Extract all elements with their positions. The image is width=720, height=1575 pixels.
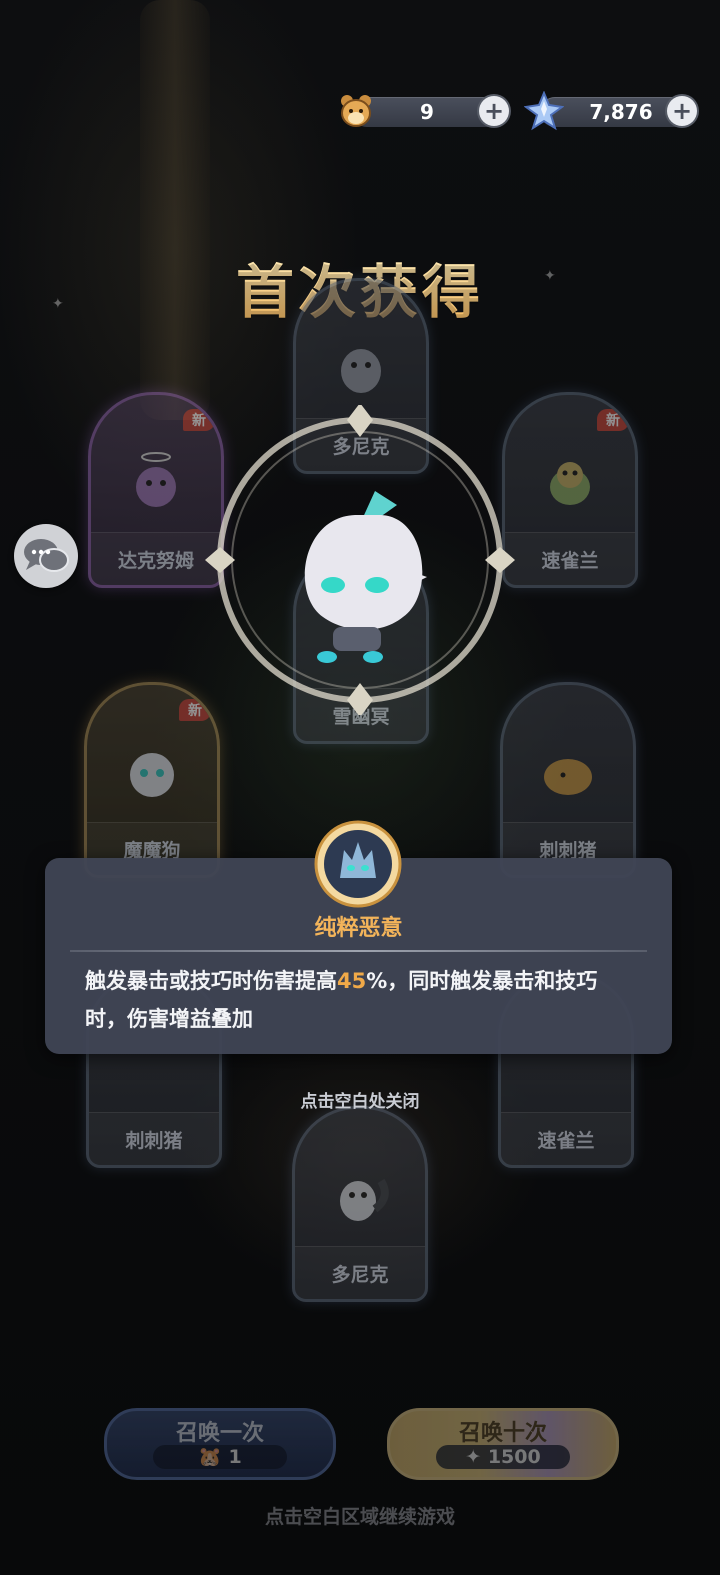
card-left-upper: 新 达克努姆	[88, 392, 224, 588]
summon-once-label: 召唤一次	[175, 1421, 264, 1446]
summon-ten-button[interactable]: 召唤十次 ✦ 1500	[387, 1408, 619, 1480]
card-name: 多尼克	[331, 1264, 389, 1286]
bird-icon	[550, 462, 590, 505]
summon-once-cost-value: 1	[228, 1446, 242, 1468]
pet-count: 9	[420, 100, 434, 124]
card-left-mid: 新 魔魔狗	[84, 682, 220, 878]
summon-ten-label: 召唤十次	[458, 1421, 547, 1446]
skill-icon	[314, 820, 402, 908]
summon-ring	[205, 405, 515, 715]
gem-count: 7,876	[589, 100, 653, 124]
continue-hint: 点击空白区域继续游戏	[264, 1506, 455, 1528]
dog-icon	[130, 753, 174, 797]
card-name: 速雀兰	[537, 1130, 595, 1152]
hamster-icon	[341, 95, 371, 127]
card-name: 刺刺猪	[125, 1130, 183, 1152]
card-right-upper: 新 速雀兰	[502, 392, 638, 588]
ghost-dog-pet	[304, 491, 427, 663]
chat-button[interactable]	[14, 524, 78, 588]
chat-icon	[24, 539, 69, 572]
skill-description: 触发暴击或技巧时伤害提高45%，同时触发暴击和技巧时，伤害增益叠加	[85, 962, 632, 1038]
summon-ten-cost: ✦ 1500	[436, 1445, 570, 1469]
crystal-icon	[524, 91, 564, 131]
gem-currency: 7,876 +	[524, 91, 697, 131]
card-name: 速雀兰	[541, 550, 599, 572]
summon-ten-cost-value: 1500	[487, 1446, 541, 1468]
close-hint: 点击空白处关闭	[300, 1092, 420, 1112]
divider	[70, 950, 647, 952]
skill-name: 纯粹恶意	[314, 916, 403, 941]
pet-currency: 9 +	[341, 95, 509, 127]
crystal-icon: ✦	[465, 1446, 482, 1468]
hedgehog-icon	[544, 759, 592, 795]
skill-desc-text: 触发暴击或技巧时伤害提高	[85, 969, 337, 993]
summon-once-cost: 🐹 1	[153, 1445, 287, 1469]
hamster-icon: 🐹	[198, 1446, 222, 1468]
skunk-icon	[341, 349, 381, 393]
skunk-icon	[340, 1178, 389, 1221]
purple-creature-icon	[136, 452, 176, 507]
card-right-mid: 刺刺猪	[500, 682, 636, 878]
card-bottom: 多尼克	[292, 1106, 428, 1302]
add-gems-button[interactable]: +	[667, 96, 697, 126]
card-name: 达克努姆	[117, 550, 194, 572]
skill-desc-value: 45	[337, 969, 367, 993]
tree-trunk	[140, 0, 210, 420]
add-pets-button[interactable]: +	[479, 96, 509, 126]
new-badge: 新	[597, 409, 629, 431]
summon-once-button[interactable]: 召唤一次 🐹 1	[104, 1408, 336, 1480]
